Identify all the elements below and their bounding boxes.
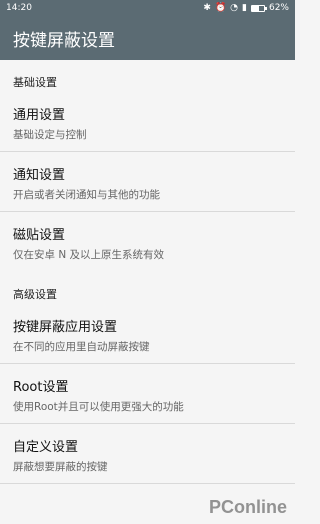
battery-fill (251, 5, 260, 11)
item-subtitle: 在不同的应用里自动屏蔽按键 (13, 341, 150, 353)
bluetooth-icon: ✱ (203, 2, 211, 13)
settings-list: 基础设置 通用设置 基础设定与控制 通知设置 开启或者关闭通知与其他的功能 磁贴… (0, 60, 295, 484)
settings-item-app-block[interactable]: 按键屏蔽应用设置 在不同的应用里自动屏蔽按键 (0, 304, 295, 364)
signal-icon: ▮ (242, 2, 247, 13)
section-header-basic: 基础设置 (13, 76, 57, 89)
settings-item-general[interactable]: 通用设置 基础设定与控制 (0, 92, 295, 152)
settings-item-root[interactable]: Root设置 使用Root并且可以使用更强大的功能 (0, 364, 295, 424)
watermark-logo: PConline (208, 497, 287, 517)
item-title: 通用设置 (13, 108, 66, 123)
item-title: Root设置 (13, 380, 69, 395)
wifi-icon: ◔ (230, 2, 239, 13)
section-header-advanced: 高级设置 (13, 288, 57, 301)
item-subtitle: 仅在安卓 N 及以上原生系统有效 (13, 249, 165, 261)
battery-percent: 62% (268, 3, 289, 13)
item-subtitle: 使用Root并且可以使用更强大的功能 (13, 401, 184, 413)
status-time: 14:20 (6, 3, 32, 13)
alarm-off-icon: ⏰ (214, 2, 227, 13)
item-subtitle: 开启或者关闭通知与其他的功能 (13, 189, 160, 201)
item-subtitle: 屏蔽想要屏蔽的按键 (13, 461, 108, 473)
settings-item-notification[interactable]: 通知设置 开启或者关闭通知与其他的功能 (0, 152, 295, 212)
battery-icon (250, 4, 267, 12)
item-title: 自定义设置 (13, 440, 79, 455)
app-bar: 按键屏蔽设置 (0, 16, 295, 60)
settings-item-custom[interactable]: 自定义设置 屏蔽想要屏蔽的按键 (0, 424, 295, 484)
settings-item-tile[interactable]: 磁贴设置 仅在安卓 N 及以上原生系统有效 (0, 212, 295, 272)
item-title: 通知设置 (13, 168, 66, 183)
status-bar: 14:20 ✱ ⏰ ◔ ▮ 62% (0, 0, 295, 16)
page-title: 按键屏蔽设置 (13, 30, 115, 51)
item-subtitle: 基础设定与控制 (13, 129, 87, 141)
status-icons: ✱ ⏰ ◔ ▮ 62% (203, 3, 289, 13)
item-title: 磁贴设置 (13, 228, 66, 243)
item-title: 按键屏蔽应用设置 (13, 320, 118, 335)
